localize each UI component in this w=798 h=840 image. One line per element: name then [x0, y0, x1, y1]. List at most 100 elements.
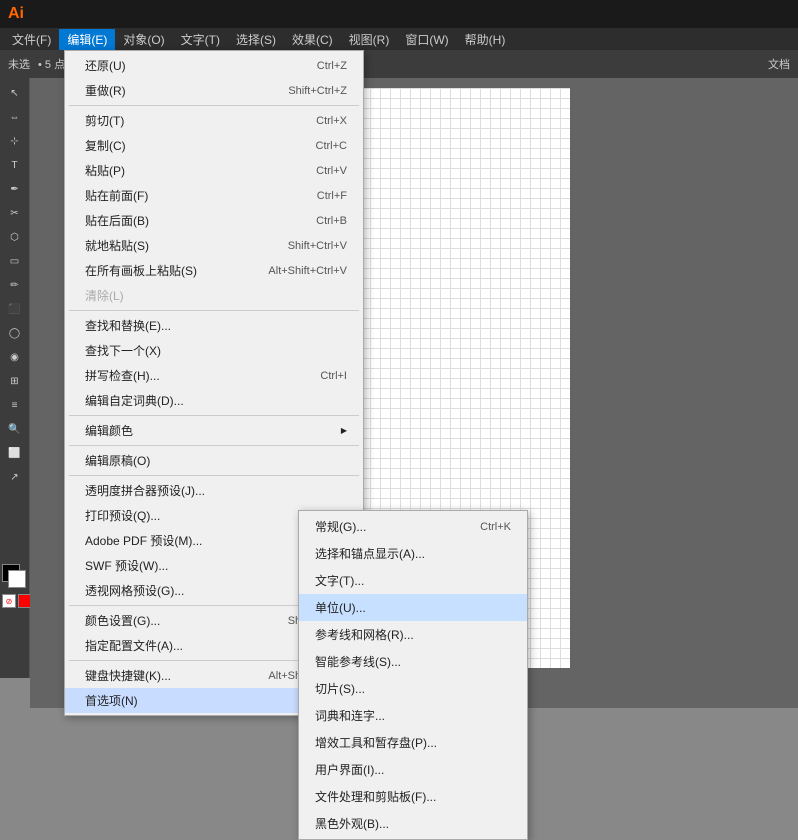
edit-menu-item-clear: 清除(L) [65, 283, 363, 308]
menu-item-label: SWF 预设(W)... [85, 557, 168, 574]
menu-item-label: 还原(U) [85, 57, 126, 74]
prefs-item-general[interactable]: 常规(G)...Ctrl+K [299, 513, 527, 540]
menu-item-shortcut: Ctrl+C [316, 140, 347, 152]
menu-item-effect[interactable]: 效果(C) [284, 29, 341, 50]
edit-menu-item-paste-front[interactable]: 贴在前面(F) Ctrl+F [65, 183, 363, 208]
prefs-submenu: 常规(G)...Ctrl+K 选择和锚点显示(A)... 文字(T)... 单位(U)… [298, 510, 528, 840]
left-toolbox: ↖⇔⊹T✒✂⬡▭✏⬛◯◉⊞≡🔍⬜↗ ⊘ [0, 78, 30, 678]
menu-item-label: 清除(L) [85, 287, 124, 304]
tool-btn-1[interactable]: ⇔ [3, 106, 27, 128]
menu-item-shortcut: Shift+Ctrl+Z [288, 85, 347, 97]
menu-item-shortcut: Alt+Shift+Ctrl+V [268, 265, 347, 277]
menu-item-shortcut: Ctrl+X [316, 115, 347, 127]
prefs-item-appearance[interactable]: 黑色外观(B)... [299, 810, 527, 837]
tool-btn-6[interactable]: ⬡ [3, 226, 27, 248]
edit-menu-item-paste[interactable]: 粘贴(P) Ctrl+V [65, 158, 363, 183]
edit-menu-item-editcolors[interactable]: 编辑颜色 [65, 418, 363, 443]
prefs-item-label: 切片(S)... [315, 680, 365, 697]
title-bar: Ai [0, 0, 798, 28]
menu-item-label: 指定配置文件(A)... [85, 637, 183, 654]
tool-btn-8[interactable]: ✏ [3, 274, 27, 296]
tool-btn-3[interactable]: T [3, 154, 27, 176]
menu-item-object[interactable]: 对象(O) [115, 29, 172, 50]
prefs-item-label: 黑色外观(B)... [315, 815, 389, 832]
prefs-item-slices[interactable]: 切片(S)... [299, 675, 527, 702]
prefs-item-ui[interactable]: 用户界面(I)... [299, 756, 527, 783]
tool-btn-11[interactable]: ◉ [3, 346, 27, 368]
edit-menu-item-findreplace[interactable]: 查找和替换(E)... [65, 313, 363, 338]
menu-item-label: 编辑颜色 [85, 422, 133, 439]
menu-item-label: 首选项(N) [85, 692, 138, 709]
menu-separator [69, 415, 359, 416]
menu-item-label: 贴在后面(B) [85, 212, 149, 229]
prefs-item-units[interactable]: 单位(U)... [299, 594, 527, 621]
menu-item-label: 颜色设置(G)... [85, 612, 160, 629]
menu-item-label: 透明度拼合器预设(J)... [85, 482, 205, 499]
prefs-item-smartguides[interactable]: 智能参考线(S)... [299, 648, 527, 675]
edit-menu-item-cut[interactable]: 剪切(T)Ctrl+X [65, 108, 363, 133]
menu-item-view[interactable]: 视图(R) [341, 29, 398, 50]
menu-item-label: 编辑自定词典(D)... [85, 392, 184, 409]
prefs-item-text[interactable]: 文字(T)... [299, 567, 527, 594]
tool-btn-0[interactable]: ↖ [3, 82, 27, 104]
menu-item-file[interactable]: 文件(F) [4, 29, 59, 50]
menu-item-shortcut: Ctrl+I [320, 370, 347, 382]
menu-item-shortcut: Ctrl+F [317, 190, 347, 202]
prefs-item-label: 常规(G)... [315, 518, 366, 535]
menu-separator [69, 105, 359, 106]
menu-bar: 文件(F)编辑(E)对象(O)文字(T)选择(S)效果(C)视图(R)窗口(W)… [0, 28, 798, 50]
menu-item-label: 贴在前面(F) [85, 187, 148, 204]
edit-menu-item-editoriginal[interactable]: 编辑原稿(O) [65, 448, 363, 473]
edit-menu-item-undo[interactable]: 还原(U) Ctrl+Z [65, 53, 363, 78]
edit-menu-item-findnext[interactable]: 查找下一个(X) [65, 338, 363, 363]
edit-menu-item-redo[interactable]: 重做(R)Shift+Ctrl+Z [65, 78, 363, 103]
menu-item-shortcut: Ctrl+V [316, 165, 347, 177]
prefs-item-label: 选择和锚点显示(A)... [315, 545, 425, 562]
prefs-item-label: 文字(T)... [315, 572, 364, 589]
stroke-color[interactable] [8, 570, 26, 588]
prefs-item-label: 智能参考线(S)... [315, 653, 401, 670]
tool-btn-9[interactable]: ⬛ [3, 298, 27, 320]
prefs-item-anchorpoint[interactable]: 选择和锚点显示(A)... [299, 540, 527, 567]
menu-item-shortcut: Ctrl+Z [317, 60, 347, 72]
tool-btn-14[interactable]: 🔍 [3, 418, 27, 440]
edit-menu-item-paste-inplace[interactable]: 就地粘贴(S)Shift+Ctrl+V [65, 233, 363, 258]
edit-menu-item-transparency[interactable]: 透明度拼合器预设(J)... [65, 478, 363, 503]
tool-btn-10[interactable]: ◯ [3, 322, 27, 344]
edit-menu-item-paste-allboards[interactable]: 在所有画板上粘贴(S) Alt+Shift+Ctrl+V [65, 258, 363, 283]
menu-separator [69, 445, 359, 446]
tool-btn-7[interactable]: ▭ [3, 250, 27, 272]
tool-btn-15[interactable]: ⬜ [3, 442, 27, 464]
menu-item-select[interactable]: 选择(S) [228, 29, 284, 50]
menu-item-label: Adobe PDF 预设(M)... [85, 532, 202, 549]
menu-item-edit[interactable]: 编辑(E) [59, 29, 115, 50]
menu-item-label: 查找和替换(E)... [85, 317, 171, 334]
prefs-item-dictspell[interactable]: 词典和连字... [299, 702, 527, 729]
edit-menu-item-editdict[interactable]: 编辑自定词典(D)... [65, 388, 363, 413]
doc-label: 文档 [768, 56, 790, 72]
prefs-item-plugins[interactable]: 增效工具和暂存盘(P)... [299, 729, 527, 756]
menu-item-label: 粘贴(P) [85, 162, 125, 179]
tool-btn-2[interactable]: ⊹ [3, 130, 27, 152]
edit-menu-item-paste-back[interactable]: 贴在后面(B) Ctrl+B [65, 208, 363, 233]
menu-item-help[interactable]: 帮助(H) [457, 29, 514, 50]
none-color[interactable]: ⊘ [2, 594, 16, 608]
edit-menu-item-copy[interactable]: 复制(C) Ctrl+C [65, 133, 363, 158]
tool-btn-12[interactable]: ⊞ [3, 370, 27, 392]
menu-item-text[interactable]: 文字(T) [173, 29, 228, 50]
menu-item-label: 在所有画板上粘贴(S) [85, 262, 197, 279]
prefs-item-filehandling[interactable]: 文件处理和剪贴板(F)... [299, 783, 527, 810]
prefs-item-guides[interactable]: 参考线和网格(R)... [299, 621, 527, 648]
menu-item-label: 查找下一个(X) [85, 342, 161, 359]
menu-item-window[interactable]: 窗口(W) [397, 29, 456, 50]
menu-item-label: 复制(C) [85, 137, 126, 154]
tool-btn-16[interactable]: ↗ [3, 466, 27, 488]
prefs-item-label: 参考线和网格(R)... [315, 626, 414, 643]
menu-item-shortcut: Ctrl+B [316, 215, 347, 227]
menu-item-label: 打印预设(Q)... [85, 507, 160, 524]
fill-stroke-colors [2, 564, 28, 590]
edit-menu-item-spellcheck[interactable]: 拼写检查(H)...Ctrl+I [65, 363, 363, 388]
tool-btn-5[interactable]: ✂ [3, 202, 27, 224]
tool-btn-4[interactable]: ✒ [3, 178, 27, 200]
tool-btn-13[interactable]: ≡ [3, 394, 27, 416]
